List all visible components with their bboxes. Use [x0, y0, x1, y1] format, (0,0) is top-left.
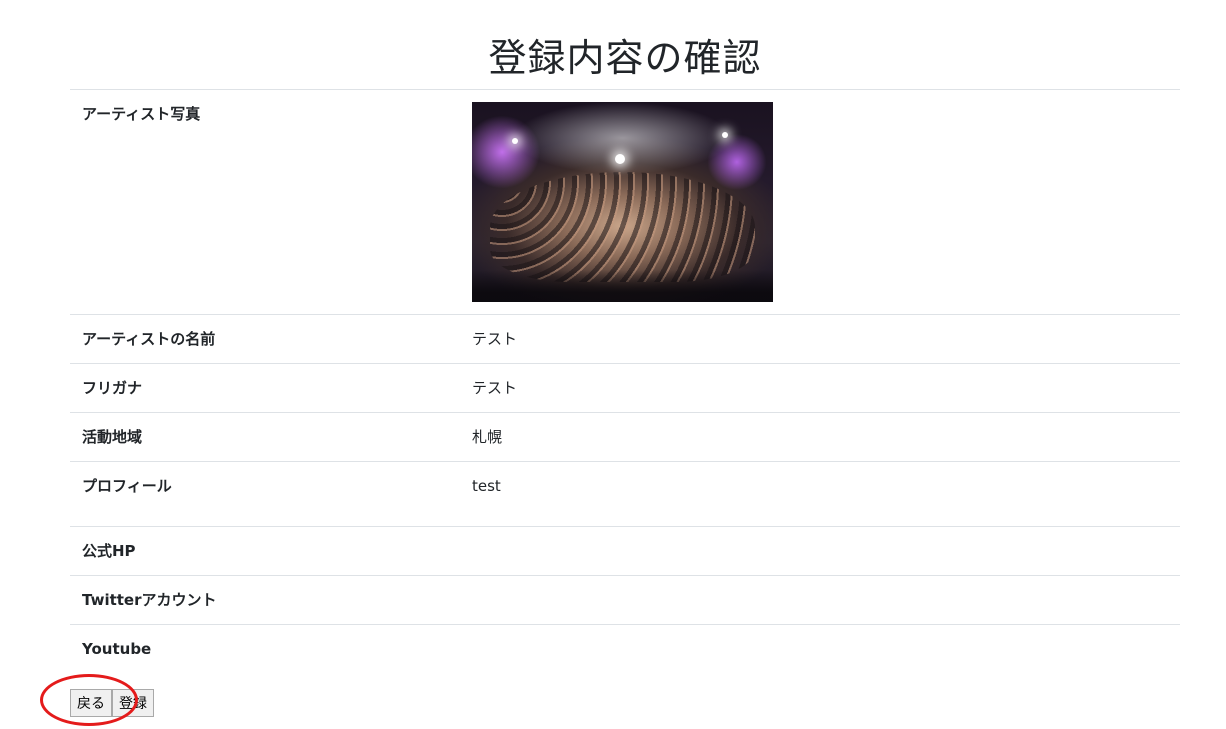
field-value-official-hp [460, 526, 1180, 576]
field-value-artist-photo [460, 89, 1180, 315]
field-label-artist-photo: アーティスト写真 [70, 89, 460, 315]
form-buttons: 戻る 登録 [70, 689, 154, 717]
field-value-youtube [460, 624, 1180, 673]
table-row-youtube: Youtube [70, 624, 1180, 673]
field-value-artist-name: テスト [460, 314, 1180, 364]
table-row-profile: プロフィール test [70, 461, 1180, 527]
stage-graphic [472, 270, 773, 302]
field-label-furigana: フリガナ [70, 363, 460, 413]
field-label-activity-area: 活動地域 [70, 412, 460, 462]
field-value-twitter-account [460, 575, 1180, 625]
field-label-artist-name: アーティストの名前 [70, 314, 460, 364]
page-title: 登録内容の確認 [488, 36, 762, 80]
table-row-activity-area: 活動地域 札幌 [70, 412, 1180, 462]
table-row-furigana: フリガナ テスト [70, 363, 1180, 413]
field-label-youtube: Youtube [70, 624, 460, 673]
crowd-graphic [490, 172, 755, 282]
table-row-artist-name: アーティストの名前 テスト [70, 314, 1180, 364]
field-value-furigana: テスト [460, 363, 1180, 413]
field-label-official-hp: 公式HP [70, 526, 460, 576]
register-button[interactable]: 登録 [112, 689, 154, 717]
stage-light [512, 138, 518, 144]
stage-light [722, 132, 728, 138]
table-row-twitter-account: Twitterアカウント [70, 575, 1180, 625]
field-value-activity-area: 札幌 [460, 412, 1180, 462]
field-value-profile: test [460, 461, 1180, 527]
confirm-table: アーティスト写真 アーティストの名前 テスト フリガナ テスト 活動地域 札幌 … [70, 89, 1180, 673]
table-row-official-hp: 公式HP [70, 526, 1180, 576]
table-row-artist-photo: アーティスト写真 [70, 89, 1180, 315]
field-label-profile: プロフィール [70, 461, 460, 527]
field-label-twitter-account: Twitterアカウント [70, 575, 460, 625]
artist-photo [472, 102, 773, 302]
back-button[interactable]: 戻る [70, 689, 112, 717]
confirm-page: 登録内容の確認 アーティスト写真 アーティストの名前 テスト フリガナ テスト … [0, 0, 1226, 729]
stage-light [615, 154, 625, 164]
